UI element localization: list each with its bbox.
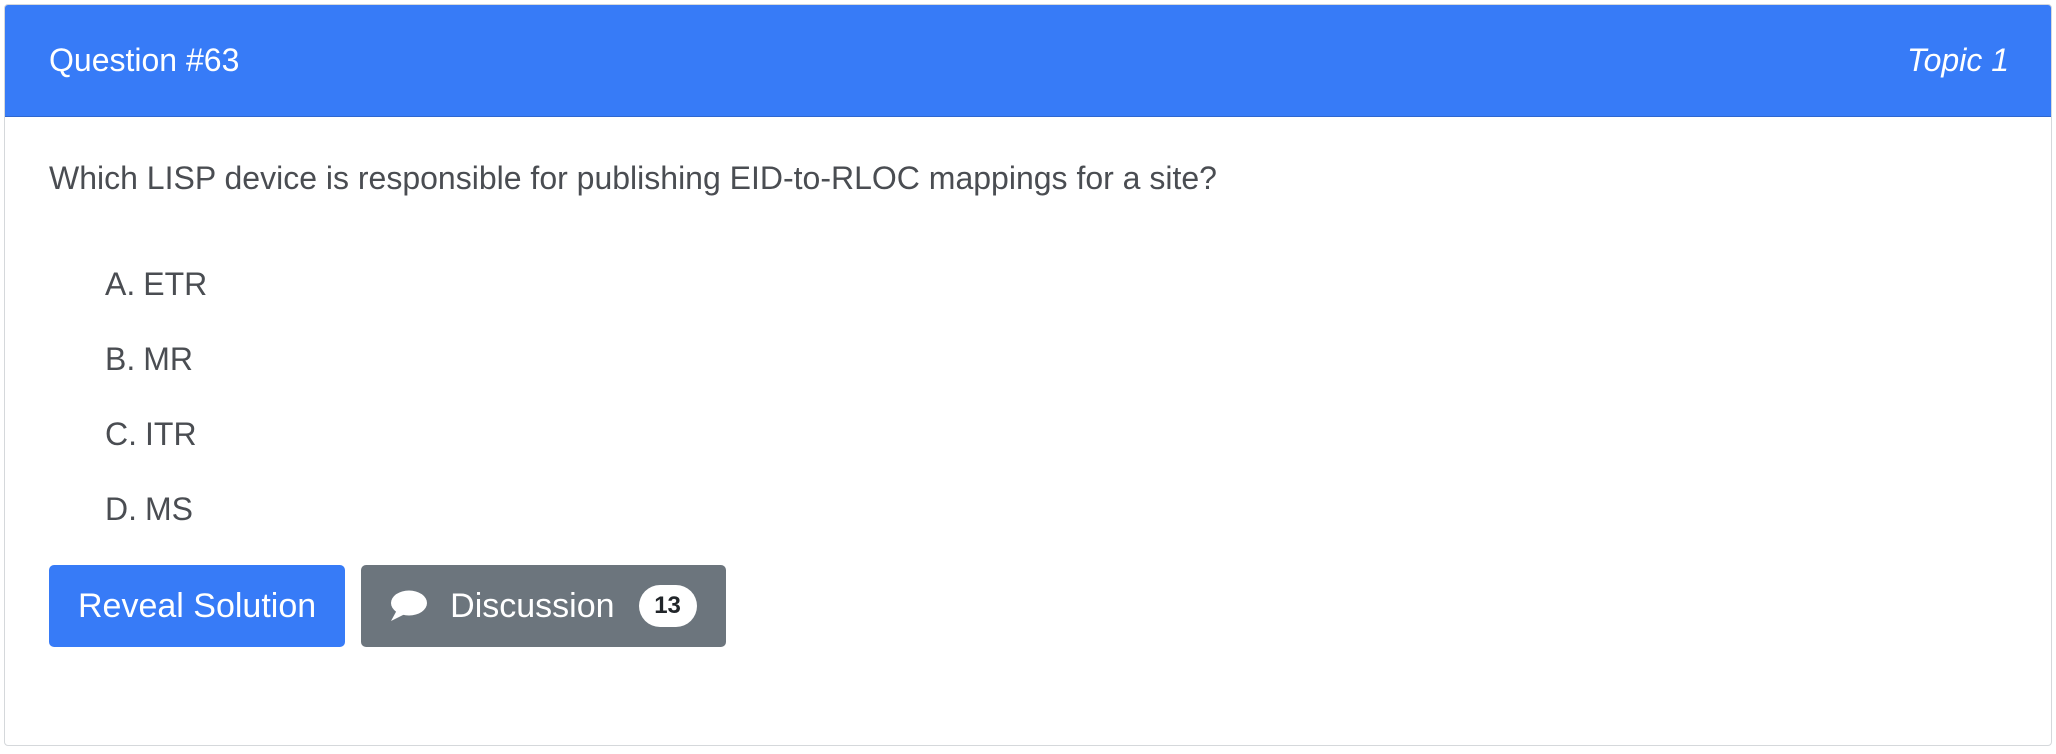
choice-letter: B. xyxy=(105,341,136,378)
choice-text: MS xyxy=(145,491,193,528)
choice-b[interactable]: B. MR xyxy=(105,340,2007,378)
question-text: Which LISP device is responsible for pub… xyxy=(49,160,1217,196)
choice-letter: A. xyxy=(105,266,136,303)
discussion-button[interactable]: Discussion 13 xyxy=(361,565,726,648)
choice-letter: C. xyxy=(105,416,137,453)
action-buttons: Reveal Solution Discussion 13 xyxy=(49,565,2007,648)
choice-text: MR xyxy=(143,341,193,378)
choice-text: ITR xyxy=(145,416,197,453)
question-card: Question #63 Topic 1 Which LISP device i… xyxy=(4,4,2052,746)
choice-text: ETR xyxy=(143,266,208,303)
topic-label: Topic 1 xyxy=(1907,42,2009,78)
discussion-count-badge: 13 xyxy=(638,585,697,628)
choice-letter: D. xyxy=(105,491,137,528)
choice-a[interactable]: A. ETR xyxy=(105,265,2007,303)
choices-list: A. ETR B. MR C. ITR D. MS xyxy=(49,265,2007,528)
reveal-solution-label: Reveal Solution xyxy=(78,586,317,625)
discussion-label: Discussion xyxy=(450,586,615,625)
choice-d[interactable]: D. MS xyxy=(105,490,2007,528)
reveal-solution-button[interactable]: Reveal Solution xyxy=(49,565,346,648)
question-number: Question #63 xyxy=(49,42,240,78)
question-header: Question #63 Topic 1 xyxy=(5,5,2051,117)
choice-c[interactable]: C. ITR xyxy=(105,415,2007,453)
question-body: Which LISP device is responsible for pub… xyxy=(5,117,2051,648)
speech-bubble-icon xyxy=(388,589,428,623)
